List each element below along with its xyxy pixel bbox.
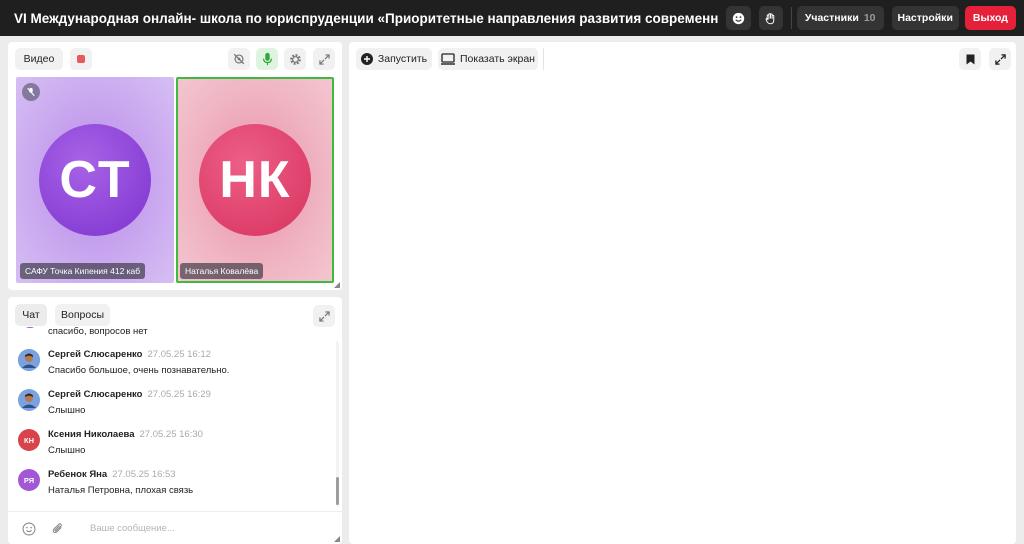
message-author: Сергей Слюсаренко — [48, 389, 143, 400]
list-item: Сергей Слюсаренко 27.05.25 16:12 Спасибо … — [18, 343, 328, 383]
video-settings-button[interactable] — [284, 48, 306, 70]
divider — [790, 7, 792, 29]
participant-tile-speaking[interactable]: НК Наталья Ковалёва — [176, 77, 334, 283]
message-time: 27.05.25 16:29 — [147, 389, 211, 400]
participants-label: Участники — [804, 12, 859, 24]
raise-hand-button[interactable] — [758, 6, 783, 30]
gear-icon — [289, 53, 301, 65]
plus-circle-icon — [360, 53, 373, 65]
tab-questions[interactable]: Вопросы — [55, 304, 110, 326]
expand-video-button[interactable] — [313, 48, 335, 70]
smiley-icon — [732, 12, 745, 24]
start-button[interactable]: Запустить — [356, 48, 432, 70]
message-author: Сергей Слюсаренко — [48, 349, 143, 360]
avatar — [18, 349, 40, 371]
bookmark-icon — [966, 54, 974, 64]
microphone-icon — [262, 52, 272, 66]
chat-composer: Ваше сообщение... — [8, 511, 342, 544]
divider — [543, 48, 544, 70]
participant-avatar: НК — [199, 124, 311, 236]
list-item: Сергей Слюсаренко 27.05.25 16:29 Слышно — [18, 383, 328, 423]
top-bar: VI Международная онлайн- школа по юриспр… — [0, 0, 1024, 36]
list-item: РЯ Ребенок Яна 27.05.25 16:53 Наталья Пет… — [18, 463, 328, 503]
message-header: Ксения Николаева 27.05.25 16:30 — [48, 429, 203, 440]
expand-chat-button[interactable] — [313, 305, 335, 327]
message-time: 27.05.25 16:30 — [139, 429, 203, 440]
settings-button[interactable]: Настройки — [891, 6, 959, 30]
message-time: 27.05.25 16:12 — [147, 349, 211, 360]
avatar — [18, 389, 40, 411]
expand-icon — [318, 310, 330, 322]
message-header: Сергей Слюсаренко 27.05.25 16:29 — [48, 389, 211, 400]
message-text: Слышно — [48, 405, 86, 416]
tab-chat[interactable]: Чат — [15, 304, 47, 326]
camera-off-icon — [233, 53, 245, 65]
chat-scrollbar-thumb[interactable] — [336, 477, 339, 505]
list-item: спасибо, вопросов нет — [18, 327, 328, 343]
message-header: Сергей Слюсаренко 27.05.25 16:12 — [48, 349, 211, 360]
monitor-icon — [441, 53, 455, 65]
emoji-icon[interactable] — [22, 522, 36, 536]
share-screen-button[interactable]: Показать экран — [438, 48, 538, 70]
message-text: Наталья Петровна, плохая связь — [48, 485, 194, 496]
muted-badge — [22, 83, 40, 101]
bookmark-button[interactable] — [959, 48, 981, 70]
participants-button[interactable]: Участники 10 — [796, 6, 884, 30]
message-author: Ксения Николаева — [48, 429, 135, 440]
person-photo-icon — [18, 349, 40, 371]
share-screen-label: Показать экран — [460, 53, 535, 65]
avatar: РЯ — [18, 469, 40, 491]
video-panel: Видео CT САФУ Точка Кипения 412 каб НК Н… — [8, 42, 342, 290]
list-item: КН Ксения Николаева 27.05.25 16:30 Слышно — [18, 423, 328, 463]
participants-count: 10 — [863, 12, 876, 24]
participant-avatar: CT — [39, 124, 151, 236]
start-label: Запустить — [377, 53, 428, 65]
reactions-button[interactable] — [726, 6, 751, 30]
screen-share-panel: Запустить Показать экран — [349, 42, 1016, 544]
message-header: Ребенок Яна 27.05.25 16:53 — [48, 469, 176, 480]
resize-handle-icon[interactable] — [334, 282, 340, 288]
avatar — [24, 327, 36, 328]
message-text: Слышно — [48, 445, 86, 456]
raise-hand-icon — [765, 12, 775, 24]
expand-icon — [318, 53, 330, 65]
exit-button[interactable]: Выход — [964, 6, 1016, 30]
stop-icon — [77, 55, 85, 63]
camera-off-button[interactable] — [228, 48, 250, 70]
chat-panel: Чат Вопросы спасибо, вопросов нет Сергей… — [8, 297, 342, 544]
resize-handle-icon[interactable] — [334, 536, 340, 542]
event-title: VI Международная онлайн- школа по юриспр… — [14, 10, 719, 26]
avatar: КН — [18, 429, 40, 451]
chat-message-list[interactable]: спасибо, вопросов нет Сергей Слюсаренко 2… — [8, 327, 342, 509]
expand-icon — [994, 53, 1006, 65]
attachment-icon[interactable] — [51, 522, 65, 536]
video-tab[interactable]: Видео — [15, 48, 63, 70]
microphone-button[interactable] — [256, 48, 278, 70]
microphone-off-icon — [27, 87, 35, 97]
fullscreen-button[interactable] — [989, 48, 1011, 70]
participant-name: Наталья Ковалёва — [180, 263, 264, 279]
message-text: спасибо, вопросов нет — [48, 327, 148, 337]
message-input[interactable]: Ваше сообщение... — [90, 523, 175, 534]
stop-video-button[interactable] — [70, 48, 92, 70]
participant-tile[interactable]: CT САФУ Точка Кипения 412 каб — [16, 77, 174, 283]
message-text: Спасибо большое, очень познавательно. — [48, 365, 230, 376]
participant-name: САФУ Точка Кипения 412 каб — [20, 263, 146, 279]
person-photo-icon — [18, 389, 40, 411]
message-author: Ребенок Яна — [48, 469, 108, 480]
message-time: 27.05.25 16:53 — [112, 469, 176, 480]
